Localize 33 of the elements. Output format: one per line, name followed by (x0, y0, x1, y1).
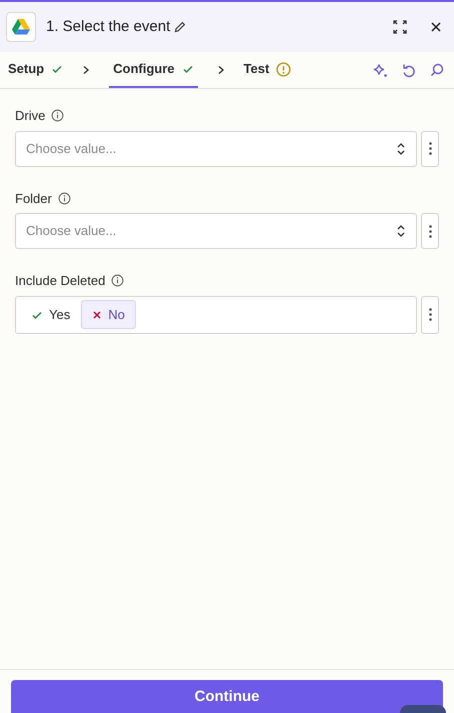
up-down-chevron-icon (396, 224, 406, 238)
check-icon (51, 63, 64, 75)
chevron-right-icon (81, 65, 92, 75)
info-icon[interactable] (58, 192, 71, 205)
option-button[interactable]: Yes (20, 300, 82, 329)
step-tab[interactable]: Configure (109, 52, 198, 88)
step-tab[interactable]: Setup (8, 52, 64, 88)
field-label: Drive (15, 107, 46, 125)
step-tab[interactable]: Test (244, 52, 292, 88)
field-label: Include Deleted (15, 272, 106, 290)
search-icon[interactable] (430, 63, 444, 77)
undo-icon[interactable] (402, 62, 416, 78)
sparkle-icon[interactable] (373, 62, 388, 78)
up-down-chevron-icon (396, 142, 406, 156)
option-button[interactable]: No (81, 300, 136, 329)
header-title: 1. Select the event (46, 16, 170, 37)
check-icon (182, 63, 194, 75)
triangle-logo-icon (12, 19, 30, 35)
placeholder-text: Choose value... (26, 222, 116, 240)
chat-bubble[interactable] (400, 705, 446, 713)
warning-icon (276, 62, 292, 76)
placeholder-text: Choose value... (26, 140, 116, 158)
continue-button[interactable]: Continue (11, 680, 443, 713)
info-icon[interactable] (51, 109, 64, 122)
more-icon (428, 308, 432, 321)
more-icon (428, 142, 432, 155)
close-icon (92, 310, 102, 320)
close-icon[interactable] (431, 22, 441, 32)
more-icon (428, 224, 432, 238)
info-icon[interactable] (111, 274, 124, 288)
field-label: Folder (15, 190, 52, 208)
expand-icon[interactable] (393, 20, 407, 34)
pencil-icon[interactable] (174, 21, 186, 33)
